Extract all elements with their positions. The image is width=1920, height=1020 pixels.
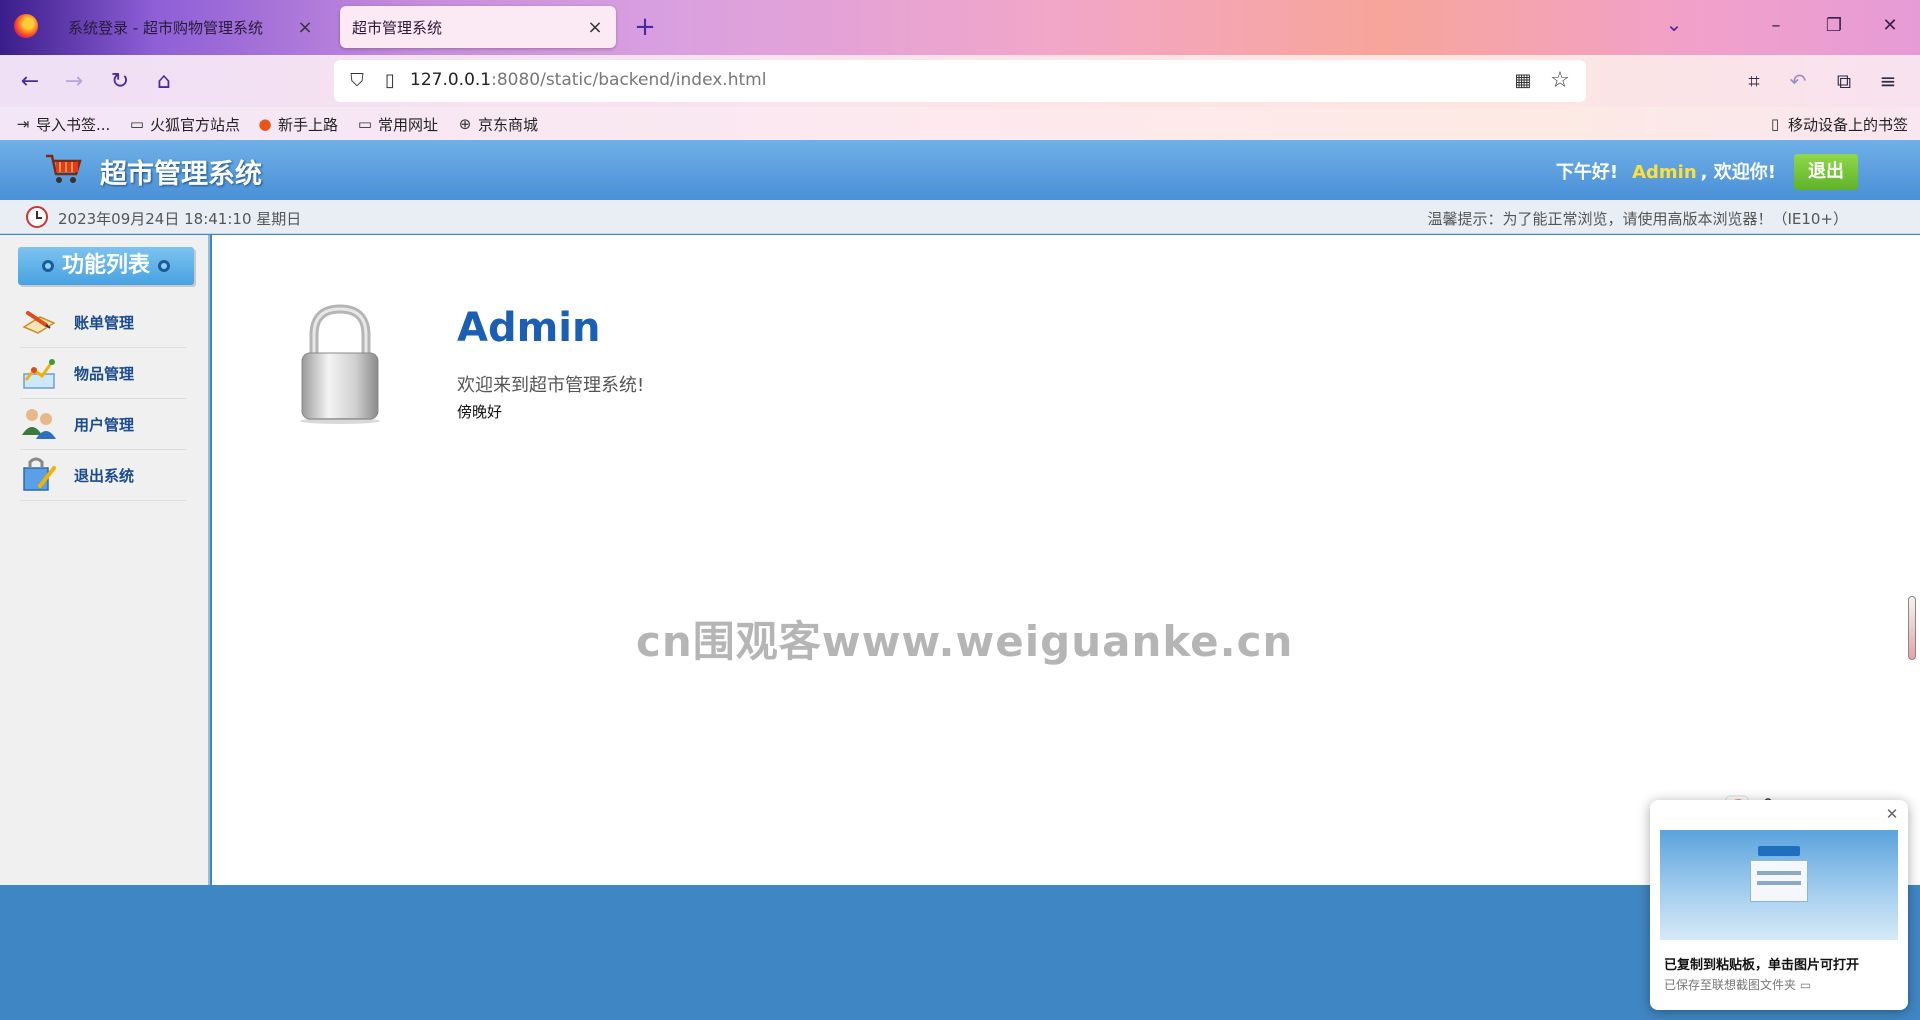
close-icon[interactable]: ✕ bbox=[1884, 806, 1900, 822]
close-icon[interactable]: × bbox=[296, 17, 314, 38]
thumbnail-login-box bbox=[1750, 860, 1808, 902]
bookmark-label: 新手上路 bbox=[278, 115, 339, 134]
screenshot-toast[interactable]: ✕ 已复制到粘贴板，单击图片可打开 已保存至联想截图文件夹 ▭ bbox=[1650, 800, 1908, 1010]
star-icon[interactable]: ☆ bbox=[1548, 68, 1572, 93]
close-icon[interactable]: × bbox=[586, 17, 604, 38]
sidebar-item-bills[interactable]: 账单管理 bbox=[20, 297, 186, 348]
qr-code-icon[interactable]: ▦ bbox=[1512, 70, 1534, 92]
globe-icon: ⊕ bbox=[458, 115, 472, 133]
bookmark-common-sites[interactable]: ▭ 常用网址 bbox=[356, 113, 438, 135]
undo-icon[interactable]: ↶ bbox=[1782, 65, 1814, 97]
scrollbar-thumb[interactable] bbox=[1908, 596, 1916, 660]
bookmark-getting-started[interactable]: ● 新手上路 bbox=[256, 113, 338, 135]
firefox-logo-icon[interactable] bbox=[14, 14, 38, 38]
sidebar-item-exit[interactable]: 退出系统 bbox=[20, 450, 186, 501]
sidebar-item-goods[interactable]: 物品管理 bbox=[20, 348, 186, 399]
bookmark-firefox-site[interactable]: ▭ 火狐官方站点 bbox=[128, 113, 240, 135]
bullet-icon bbox=[41, 260, 54, 272]
shield-icon[interactable]: ⛉ bbox=[346, 70, 368, 92]
welcome-message: 欢迎来到超市管理系统! bbox=[457, 375, 645, 396]
site-title: 超市管理系统 bbox=[100, 159, 262, 190]
folder-icon: ▭ bbox=[357, 115, 373, 133]
bookmarks-bar: ⇥ 导入书签... ▭ 火狐官方站点 ● 新手上路 ▭ 常用网址 ⊕ 京东商城 … bbox=[0, 107, 1920, 140]
mobile-device-icon: ▯ bbox=[1770, 115, 1780, 133]
bill-icon bbox=[22, 311, 56, 334]
evening-greeting: 傍晚好 bbox=[457, 403, 503, 421]
site-header: 超市管理系统 下午好! Admin, 欢迎你! 退出 bbox=[0, 140, 1920, 200]
sidebar-item-label: 用户管理 bbox=[74, 415, 135, 434]
toast-subtitle-text: 已保存至联想截图文件夹 bbox=[1664, 978, 1797, 992]
goods-icon bbox=[23, 359, 55, 389]
bullet-icon bbox=[158, 260, 170, 272]
bookmark-jd[interactable]: ⊕ 京东商城 bbox=[456, 113, 538, 135]
sidebar-item-label: 账单管理 bbox=[74, 313, 135, 332]
toast-subtitle: 已保存至联想截图文件夹 ▭ bbox=[1664, 976, 1811, 993]
bookmark-label: 导入书签... bbox=[36, 115, 111, 134]
welcome-suffix: , 欢迎你! bbox=[1700, 162, 1776, 183]
current-datetime: 2023年09月24日 18:41:10 星期日 bbox=[58, 210, 302, 228]
extensions-icon[interactable]: ⧉ bbox=[1828, 65, 1860, 97]
watermark: cn围观客www.weiguanke.cn bbox=[636, 617, 1294, 666]
page-icon: ▯ bbox=[385, 70, 395, 91]
clock-icon bbox=[26, 206, 48, 228]
tab-title: 超市管理系统 bbox=[352, 18, 443, 37]
forward-arrow-icon[interactable]: → bbox=[58, 65, 90, 97]
window-close-icon[interactable]: ✕ bbox=[1872, 12, 1908, 40]
toast-title: 已复制到粘贴板，单击图片可打开 bbox=[1664, 958, 1860, 973]
info-bar: 2023年09月24日 18:41:10 星期日 温馨提示：为了能正常浏览，请使… bbox=[0, 200, 1920, 234]
bookmark-label: 火狐官方站点 bbox=[150, 115, 241, 134]
bookmark-mobile[interactable]: ▯ 移动设备上的书签 bbox=[1766, 113, 1908, 135]
header-greeting: 下午好! Admin, 欢迎你! bbox=[1556, 158, 1776, 184]
sidebar: 功能列表 账单管理 物品管理 用户管理 退出系统 bbox=[0, 235, 210, 885]
tab-title: 系统登录 - 超市购物管理系统 bbox=[68, 18, 263, 37]
import-icon: ⇥ bbox=[16, 115, 30, 133]
screenshot-thumbnail[interactable] bbox=[1660, 830, 1898, 940]
screenshot-crop-icon[interactable]: ⌗ bbox=[1738, 65, 1770, 97]
thumbnail-header bbox=[1758, 846, 1800, 856]
url-path: :8080/static/backend/index.html bbox=[491, 70, 767, 90]
bookmark-label: 京东商城 bbox=[478, 115, 539, 134]
home-icon[interactable]: ⌂ bbox=[148, 65, 180, 97]
exit-icon bbox=[23, 457, 56, 491]
username: Admin bbox=[1632, 162, 1697, 183]
folder-icon: ▭ bbox=[129, 115, 145, 133]
padlock-icon bbox=[300, 304, 380, 424]
chevron-down-icon[interactable]: ⌄ bbox=[1660, 12, 1688, 40]
shopping-cart-icon bbox=[46, 154, 82, 183]
sidebar-item-label: 退出系统 bbox=[74, 466, 135, 485]
main-content: Admin 欢迎来到超市管理系统! 傍晚好 bbox=[212, 235, 1920, 885]
sidebar-title-text: 功能列表 bbox=[61, 253, 150, 278]
sidebar-title: 功能列表 bbox=[18, 247, 194, 285]
sidebar-item-users[interactable]: 用户管理 bbox=[20, 399, 186, 450]
users-icon bbox=[22, 409, 56, 439]
menu-icon[interactable]: ≡ bbox=[1872, 65, 1904, 97]
url-text[interactable]: 127.0.0.1:8080/static/backend/index.html bbox=[410, 70, 766, 90]
browser-tip: 温馨提示：为了能正常浏览，请使用高版本浏览器！（IE10+） bbox=[1427, 210, 1848, 228]
browser-tab-login[interactable]: 系统登录 - 超市购物管理系统 × bbox=[56, 6, 326, 48]
web-page: 超市管理系统 下午好! Admin, 欢迎你! 退出 2023年09月24日 18… bbox=[0, 140, 1920, 1020]
bookmark-label: 移动设备上的书签 bbox=[1788, 115, 1909, 134]
address-bar[interactable]: ⛉ ▯ 127.0.0.1:8080/static/backend/index.… bbox=[334, 60, 1586, 102]
logout-button[interactable]: 退出 bbox=[1794, 154, 1858, 190]
reload-icon[interactable]: ↻ bbox=[104, 65, 136, 97]
browser-tab-strip: 系统登录 - 超市购物管理系统 × 超市管理系统 × + ⌄ – ❐ ✕ bbox=[0, 0, 1920, 55]
bookmark-label: 常用网址 bbox=[378, 115, 439, 134]
firefox-icon: ● bbox=[258, 115, 272, 133]
plus-icon[interactable]: + bbox=[630, 12, 660, 42]
browser-tab-main[interactable]: 超市管理系统 × bbox=[340, 6, 616, 48]
sidebar-menu: 账单管理 物品管理 用户管理 退出系统 bbox=[20, 297, 186, 501]
url-host: 127.0.0.1 bbox=[410, 70, 492, 90]
minimize-icon[interactable]: – bbox=[1758, 12, 1794, 40]
sidebar-item-label: 物品管理 bbox=[74, 364, 135, 383]
back-arrow-icon[interactable]: ← bbox=[14, 65, 46, 97]
restore-icon[interactable]: ❐ bbox=[1816, 12, 1852, 40]
greeting-text: 下午好! bbox=[1555, 162, 1619, 183]
folder-icon[interactable]: ▭ bbox=[1800, 978, 1811, 992]
browser-nav-bar: ← → ↻ ⌂ ⛉ ▯ 127.0.0.1:8080/static/backen… bbox=[0, 55, 1920, 107]
bookmark-import[interactable]: ⇥ 导入书签... bbox=[14, 113, 111, 135]
admin-name: Admin bbox=[457, 305, 601, 351]
